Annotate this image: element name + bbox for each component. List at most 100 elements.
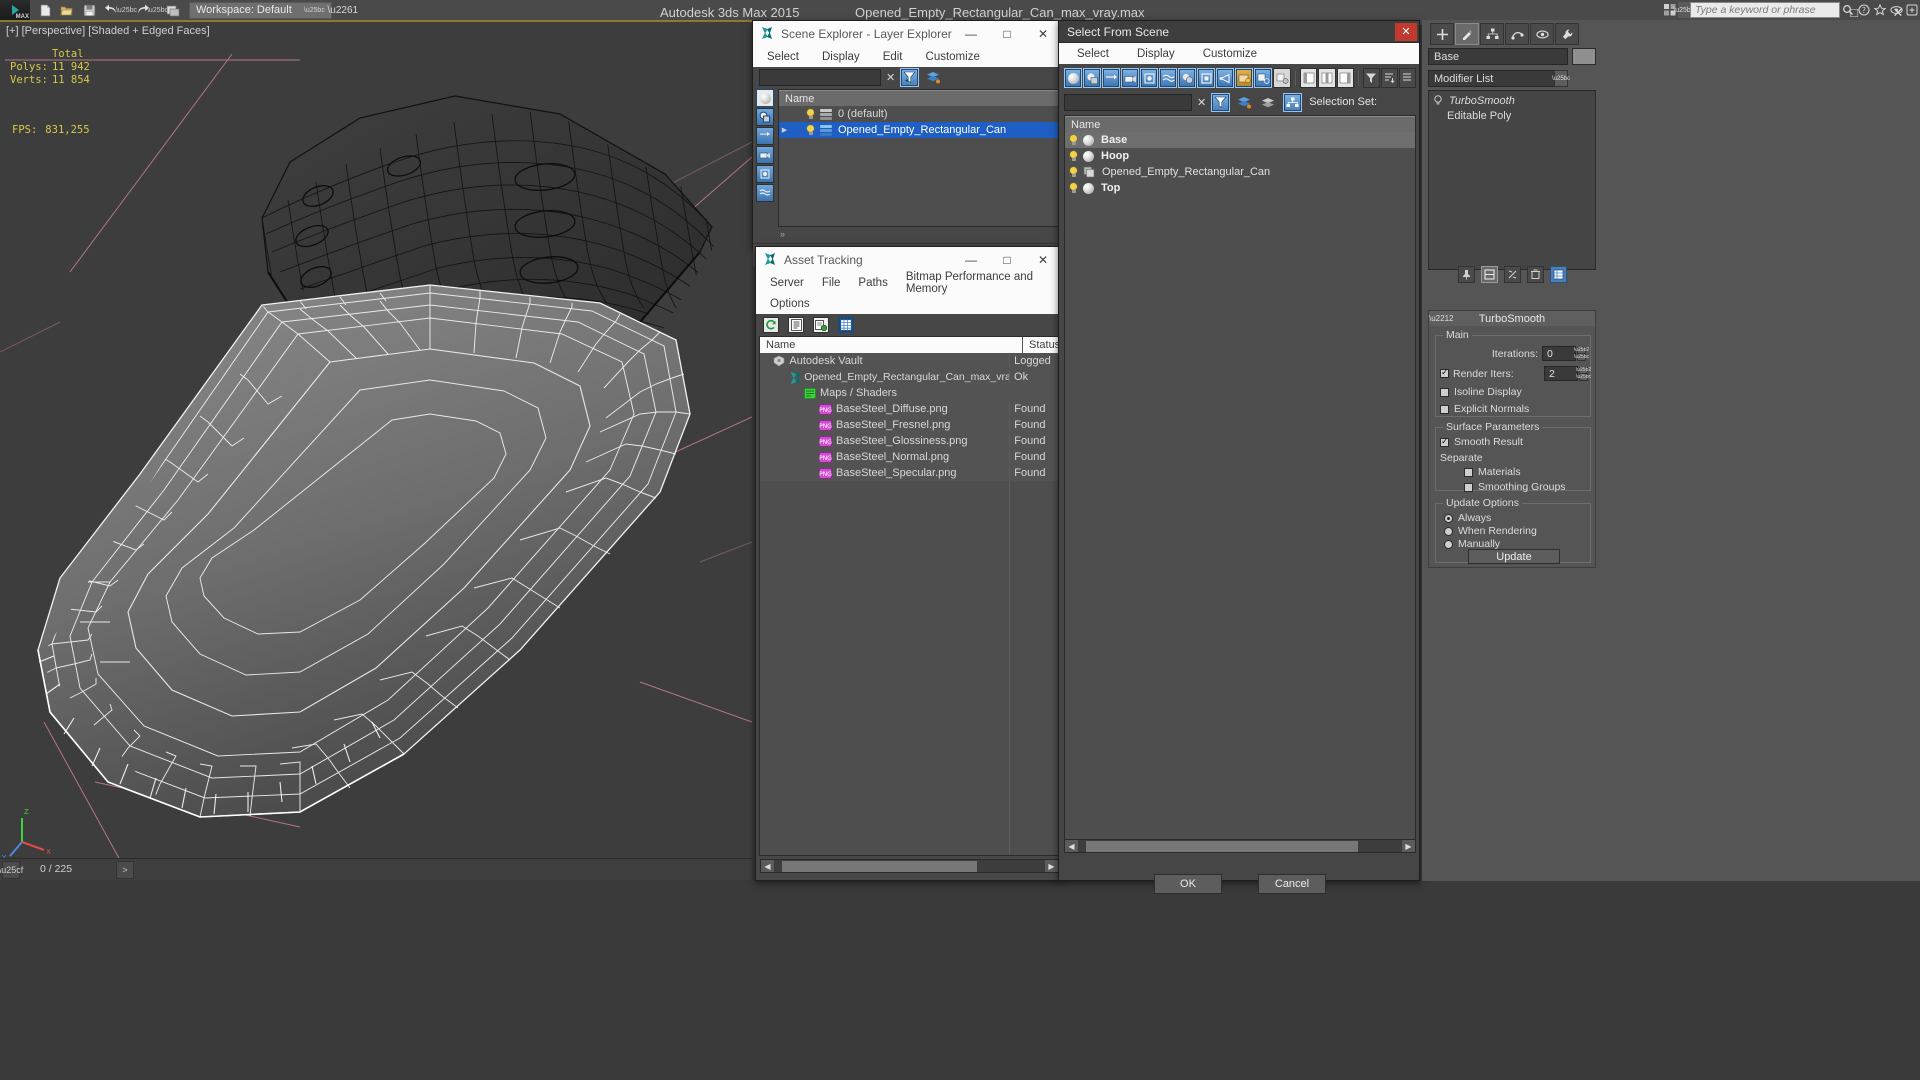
new-file-icon[interactable] bbox=[34, 0, 56, 20]
utilities-tab[interactable] bbox=[1555, 23, 1579, 45]
filter-icon[interactable] bbox=[900, 67, 920, 87]
hierarchy-icon[interactable] bbox=[1283, 92, 1303, 112]
paths-icon[interactable] bbox=[813, 316, 829, 333]
menu-customize[interactable]: Customize bbox=[1203, 48, 1257, 60]
column1-icon[interactable] bbox=[1300, 68, 1318, 88]
update-manually-radio[interactable] bbox=[1444, 539, 1453, 549]
menu-server[interactable]: Server bbox=[770, 277, 804, 289]
next-frame-button[interactable]: > bbox=[116, 861, 134, 879]
scene-explorer-list[interactable]: Name 0 (default) ▶ Opened_Empty_Rectangu… bbox=[778, 89, 1061, 227]
asset-tracking-window[interactable]: Asset Tracking — □ ✕ Server File Paths B… bbox=[755, 246, 1063, 881]
isoline-display-row[interactable]: Isoline Display bbox=[1440, 386, 1522, 398]
menu-options[interactable]: Options bbox=[770, 298, 810, 310]
modifier-turbosmooth[interactable]: TurboSmooth bbox=[1429, 93, 1595, 108]
clear-search-icon[interactable]: ✕ bbox=[886, 71, 895, 84]
clear-search-icon[interactable]: ✕ bbox=[1197, 96, 1206, 109]
light-bulb-icon[interactable] bbox=[1069, 182, 1078, 194]
expander-icon[interactable]: ▶ bbox=[779, 126, 790, 134]
asset-tracking-minimize-button[interactable]: — bbox=[953, 247, 989, 272]
materials-checkbox[interactable] bbox=[1464, 467, 1473, 477]
scene-object-row[interactable]: Top bbox=[1065, 180, 1415, 196]
update-button[interactable]: Update bbox=[1468, 549, 1560, 564]
object-name[interactable]: Base bbox=[1101, 134, 1127, 146]
lights-icon[interactable] bbox=[756, 127, 774, 145]
list-icon[interactable] bbox=[788, 316, 804, 333]
asset-row[interactable]: Maps / Shaders bbox=[760, 385, 1059, 401]
update-when-rendering-radio[interactable] bbox=[1444, 526, 1453, 536]
select-from-scene-window[interactable]: Select From Scene ✕ Select Display Custo… bbox=[1058, 20, 1420, 894]
layer-row-selected[interactable]: ▶ Opened_Empty_Rectangular_Can bbox=[779, 122, 1060, 138]
perspective-viewport[interactable]: [+] [Perspective] [Shaded + Edged Faces]… bbox=[0, 20, 752, 858]
menu-paths[interactable]: Paths bbox=[858, 277, 887, 289]
workspace-selector[interactable]: Workspace: Default \u25bc bbox=[189, 1, 332, 19]
filter-icon[interactable] bbox=[1362, 68, 1380, 88]
cameras-icon[interactable] bbox=[756, 146, 774, 164]
render-iters-value[interactable]: 2 bbox=[1544, 366, 1578, 381]
layers-icon[interactable] bbox=[1235, 93, 1254, 112]
asset-name[interactable]: Autodesk Vault bbox=[789, 355, 1009, 367]
stepper-down-icon[interactable]: \u25bc bbox=[1574, 353, 1589, 361]
geometry-icon[interactable] bbox=[756, 89, 774, 107]
make-unique-icon[interactable] bbox=[1503, 265, 1521, 283]
column3-icon[interactable] bbox=[1336, 68, 1354, 88]
ok-button[interactable]: OK bbox=[1154, 874, 1222, 894]
project-folder-icon[interactable] bbox=[162, 0, 184, 20]
iterations-value[interactable]: 0 bbox=[1542, 346, 1576, 361]
favorites-star-icon[interactable] bbox=[1872, 1, 1888, 19]
select-rows[interactable]: Base Hoop Opened_Empty_Rectangular_Can T… bbox=[1065, 132, 1415, 844]
expand-icon[interactable] bbox=[1398, 68, 1416, 88]
open-file-icon[interactable] bbox=[56, 0, 78, 20]
asset-name[interactable]: Opened_Empty_Rectangular_Can_max_vray.ma… bbox=[804, 371, 1009, 383]
particles-icon[interactable] bbox=[1254, 68, 1273, 88]
light-bulb-icon[interactable] bbox=[806, 108, 815, 120]
spacewarps-icon[interactable] bbox=[756, 184, 774, 202]
menu-select[interactable]: Select bbox=[767, 51, 799, 63]
menu-display[interactable]: Display bbox=[822, 51, 860, 63]
smooth-result-checkbox[interactable] bbox=[1440, 436, 1449, 447]
layer-name[interactable]: 0 (default) bbox=[838, 108, 888, 120]
collapse-icon[interactable]: \u2212 bbox=[1429, 314, 1453, 323]
helpers-icon[interactable] bbox=[1140, 68, 1159, 88]
asset-row[interactable]: PNG BaseSteel_Glossiness.png Found bbox=[760, 433, 1059, 449]
max-logo-icon[interactable]: MAX bbox=[0, 0, 30, 20]
select-from-scene-close-button[interactable]: ✕ bbox=[1395, 22, 1417, 41]
scene-object-row[interactable]: Opened_Empty_Rectangular_Can bbox=[1065, 164, 1415, 180]
search-input[interactable]: Type a keyword or phrase bbox=[1690, 2, 1840, 18]
key-mode-icon[interactable]: \u25cf bbox=[0, 860, 23, 879]
light-bulb-icon[interactable] bbox=[1069, 150, 1078, 162]
containers-icon[interactable] bbox=[1235, 68, 1254, 88]
explicit-normals-checkbox[interactable] bbox=[1440, 404, 1449, 414]
column-name[interactable]: Name bbox=[1065, 117, 1415, 133]
modify-tab[interactable] bbox=[1455, 23, 1479, 45]
asset-row[interactable]: Autodesk Vault Logged bbox=[760, 353, 1059, 369]
select-from-scene-search-input[interactable] bbox=[1064, 93, 1192, 111]
scroll-thumb[interactable] bbox=[1086, 840, 1358, 852]
scroll-thumb[interactable] bbox=[782, 860, 977, 872]
light-bulb-icon[interactable] bbox=[1069, 134, 1078, 146]
asset-tracking-list[interactable]: Name Status Autodesk Vault Logged Opened… bbox=[759, 336, 1060, 856]
object-name-field[interactable]: Base bbox=[1428, 48, 1568, 65]
table-icon[interactable] bbox=[838, 316, 854, 333]
column-name[interactable]: Name bbox=[760, 337, 1023, 353]
scene-explorer-close-button[interactable]: ✕ bbox=[1025, 21, 1061, 46]
save-file-icon[interactable] bbox=[78, 0, 100, 20]
cancel-button[interactable]: Cancel bbox=[1258, 874, 1326, 894]
undo-dropdown-icon[interactable]: \u25bc bbox=[116, 0, 137, 20]
modifier-editable-poly[interactable]: Editable Poly bbox=[1429, 108, 1595, 123]
layers-stack-icon[interactable] bbox=[1259, 93, 1278, 112]
sort-icon[interactable] bbox=[1380, 68, 1398, 88]
asset-row[interactable]: PNG BaseSteel_Specular.png Found bbox=[760, 465, 1059, 481]
xrefs-icon[interactable] bbox=[1197, 68, 1216, 88]
asset-name[interactable]: BaseSteel_Diffuse.png bbox=[836, 403, 1009, 415]
layer-name[interactable]: Opened_Empty_Rectangular_Can bbox=[838, 124, 1006, 136]
asset-name[interactable]: Maps / Shaders bbox=[820, 387, 1009, 399]
update-always-row[interactable]: Always bbox=[1444, 512, 1491, 524]
object-name[interactable]: Hoop bbox=[1101, 150, 1129, 162]
modifier-list-dropdown[interactable]: Modifier List bbox=[1428, 70, 1568, 87]
menu-bitmap-performance[interactable]: Bitmap Performance and Memory bbox=[906, 271, 1061, 295]
column-name[interactable]: Name bbox=[779, 91, 1060, 107]
light-bulb-icon[interactable] bbox=[1069, 166, 1078, 178]
asset-name[interactable]: BaseSteel_Fresnel.png bbox=[836, 419, 1009, 431]
scene-object-row[interactable]: Hoop bbox=[1065, 148, 1415, 164]
scroll-right-icon[interactable]: ▶ bbox=[1402, 840, 1415, 852]
